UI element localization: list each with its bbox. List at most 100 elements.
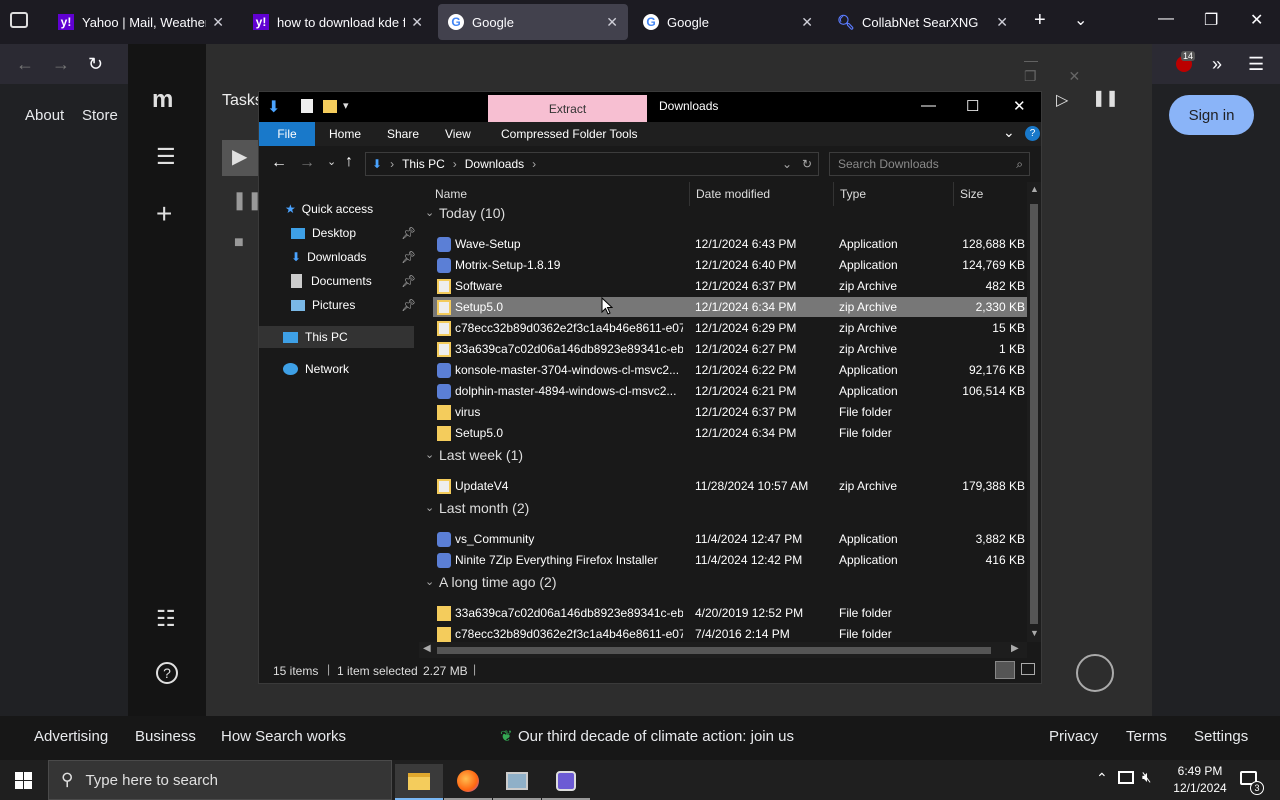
file-row[interactable]: Motrix-Setup-1.8.19 12/1/2024 6:40 PM Appl…: [433, 255, 1027, 275]
properties-icon[interactable]: [301, 99, 313, 113]
ribbon-tab-view[interactable]: View: [445, 127, 471, 141]
taskbar-app-window[interactable]: [493, 764, 541, 800]
network-icon[interactable]: [1118, 771, 1134, 784]
group-header-last-month[interactable]: Last month (2): [439, 500, 529, 516]
column-header-size[interactable]: Size: [960, 187, 983, 201]
group-header-last-week[interactable]: Last week (1): [439, 447, 523, 463]
footer-privacy-link[interactable]: Privacy: [1049, 728, 1098, 745]
taskbar-search-box[interactable]: ⚲ Type here to search: [48, 760, 392, 800]
start-windows-icon[interactable]: [15, 772, 32, 789]
horizontal-scrollbar[interactable]: ◀ ▶: [419, 642, 1027, 658]
nav-quick-access[interactable]: ★ Quick access: [285, 202, 373, 216]
column-header-name[interactable]: Name: [435, 187, 467, 201]
nav-desktop[interactable]: Desktop 📌︎: [291, 226, 416, 240]
tab-yahoo-mail[interactable]: y! Yahoo | Mail, Weather, Sea ✕: [48, 4, 234, 40]
back-icon[interactable]: ←: [271, 154, 287, 172]
file-row[interactable]: Setup5.0 12/1/2024 6:34 PM zip Archive 2,33…: [433, 297, 1027, 317]
taskbar-clock[interactable]: 6:49 PM 12/1/2024: [1168, 763, 1232, 797]
nav-network[interactable]: Network: [283, 362, 349, 376]
customize-qat-icon[interactable]: ▾: [343, 99, 349, 112]
help-icon[interactable]: ?: [1025, 126, 1040, 141]
details-view-icon[interactable]: [995, 661, 1015, 679]
close-tab-icon[interactable]: ✕: [801, 14, 813, 31]
tab-google[interactable]: G Google ✕: [633, 4, 823, 40]
close-icon[interactable]: ✕: [1013, 97, 1026, 115]
up-icon[interactable]: ↑: [345, 153, 353, 171]
about-link[interactable]: About: [25, 107, 64, 124]
volume-icon[interactable]: 🔇︎: [1142, 769, 1151, 786]
back-icon[interactable]: ←: [16, 54, 34, 75]
show-hidden-icons-chevron-icon[interactable]: ⌃: [1096, 770, 1108, 787]
restore-icon[interactable]: ❐: [1204, 10, 1218, 30]
file-row[interactable]: Ninite 7Zip Everything Firefox Installer…: [433, 550, 1027, 570]
new-tab-icon[interactable]: +: [1034, 9, 1046, 32]
group-collapse-chevron-icon[interactable]: ⌄: [425, 501, 434, 514]
column-header-type[interactable]: Type: [840, 187, 866, 201]
menu-icon[interactable]: ☰: [156, 144, 176, 170]
forward-icon[interactable]: →: [299, 154, 315, 172]
file-row[interactable]: konsole-master-3704-windows-cl-msvc2... 1…: [433, 360, 1027, 380]
ribbon-tab-compressed-folder-tools[interactable]: Compressed Folder Tools: [501, 127, 638, 141]
pin-icon[interactable]: 📌︎: [401, 250, 416, 264]
tab-searxng[interactable]: 🔍︎ CollabNet SearXNG ✕: [828, 4, 1018, 40]
file-row[interactable]: c78ecc32b89d0362e2f3c1a4b46e8611-e07... 7…: [433, 624, 1027, 644]
pin-icon[interactable]: 📌︎: [401, 298, 416, 312]
reload-icon[interactable]: ↻: [88, 54, 103, 75]
minimize-icon[interactable]: —: [1158, 10, 1174, 28]
file-row[interactable]: UpdateV4 11/28/2024 10:57 AM zip Archive 17…: [433, 476, 1027, 496]
breadcrumb-this-pc[interactable]: This PC: [402, 157, 445, 171]
taskbar-file-explorer[interactable]: [395, 764, 443, 800]
taskbar-installer[interactable]: [542, 764, 590, 800]
file-row[interactable]: 33a639ca7c02d06a146db8923e89341c-eb... 4/…: [433, 603, 1027, 623]
footer-advertising-link[interactable]: Advertising: [34, 728, 108, 745]
overflow-chevrons-icon[interactable]: »: [1212, 54, 1222, 75]
help-icon[interactable]: ?: [156, 662, 178, 684]
recent-locations-icon[interactable]: ⌄: [327, 155, 336, 168]
pin-icon[interactable]: 📌︎: [401, 226, 416, 240]
group-collapse-chevron-icon[interactable]: ⌄: [425, 575, 434, 588]
file-row[interactable]: Setup5.0 12/1/2024 6:34 PM File folder: [433, 423, 1027, 443]
forward-icon[interactable]: →: [52, 54, 70, 75]
scroll-thumb[interactable]: [437, 647, 991, 654]
nav-documents[interactable]: Documents 📌︎: [291, 274, 416, 288]
footer-business-link[interactable]: Business: [135, 728, 196, 745]
footer-terms-link[interactable]: Terms: [1126, 728, 1167, 745]
refresh-icon[interactable]: ↻: [802, 157, 812, 171]
file-row[interactable]: Software 12/1/2024 6:37 PM zip Archive 482 …: [433, 276, 1027, 296]
large-icons-view-icon[interactable]: [1021, 663, 1035, 675]
file-row[interactable]: dolphin-master-4894-windows-cl-msvc2... 1…: [433, 381, 1027, 401]
group-header-long-ago[interactable]: A long time ago (2): [439, 574, 557, 590]
tab-yahoo-search[interactable]: y! how to download kde for ✕: [243, 4, 433, 40]
breadcrumb-downloads[interactable]: Downloads: [465, 157, 524, 171]
close-tab-icon[interactable]: ✕: [606, 14, 618, 31]
play-icon[interactable]: ▶: [232, 144, 247, 169]
close-tab-icon[interactable]: ✕: [996, 14, 1008, 31]
speedometer-icon[interactable]: [1076, 654, 1114, 692]
extract-tab[interactable]: Extract: [488, 95, 647, 122]
pin-icon[interactable]: 📌︎: [401, 274, 416, 288]
add-task-icon[interactable]: +: [156, 198, 172, 230]
taskbar-firefox[interactable]: [444, 764, 492, 800]
new-folder-icon[interactable]: [323, 100, 337, 113]
group-collapse-chevron-icon[interactable]: ⌄: [425, 206, 434, 219]
footer-how-search-works-link[interactable]: How Search works: [221, 728, 346, 745]
file-row[interactable]: 33a639ca7c02d06a146db8923e89341c-eb... 12…: [433, 339, 1027, 359]
nav-this-pc[interactable]: This PC: [283, 330, 348, 344]
expand-ribbon-chevron-icon[interactable]: ⌄: [1003, 124, 1015, 141]
scroll-right-icon[interactable]: ▶: [1011, 643, 1019, 654]
tab-list-icon[interactable]: [10, 12, 28, 28]
group-collapse-chevron-icon[interactable]: ⌄: [425, 448, 434, 461]
tab-overflow-chevron-icon[interactable]: ⌄: [1074, 10, 1087, 30]
ribbon-tab-share[interactable]: Share: [387, 127, 419, 141]
scroll-thumb[interactable]: [1030, 204, 1038, 624]
ribbon-tab-file[interactable]: File: [259, 122, 315, 146]
sign-in-button[interactable]: Sign in: [1169, 95, 1254, 135]
resume-all-icon[interactable]: ▷: [1056, 90, 1068, 110]
close-tab-icon[interactable]: ✕: [411, 14, 423, 31]
scroll-down-icon[interactable]: ▼: [1030, 628, 1039, 638]
footer-climate-link[interactable]: Our third decade of climate action: join…: [518, 728, 794, 745]
file-row[interactable]: virus 12/1/2024 6:37 PM File folder: [433, 402, 1027, 422]
search-input[interactable]: Search Downloads ⌕: [829, 152, 1030, 176]
file-row[interactable]: Wave-Setup 12/1/2024 6:43 PM Application 12…: [433, 234, 1027, 254]
column-header-date[interactable]: Date modified: [696, 187, 770, 201]
